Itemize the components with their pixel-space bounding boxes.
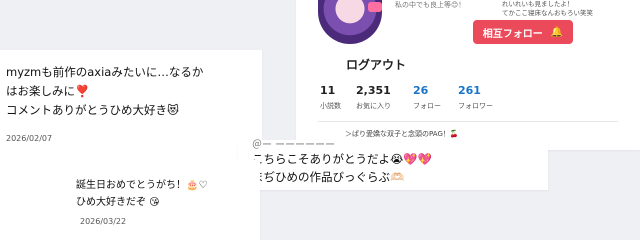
comment-1-line1: myzmも前作のaxiaみたいに…なるか bbox=[6, 65, 204, 79]
stat-favorites-count[interactable]: 2,351 bbox=[356, 84, 391, 97]
comment-2-line1: 誕生日おめでとうがち！🎂♡ bbox=[76, 180, 208, 191]
profile-username: ログアウト bbox=[346, 58, 407, 72]
profile-bio: ＞ぱり愛嬌な双子と念頭のPAG！🍒 bbox=[345, 130, 459, 138]
comment-1-body: myzmも前作のaxiaみたいに…なるか はお楽しみに❣️ コメントありがとうひ… bbox=[6, 63, 266, 120]
mutual-follow-button[interactable]: 相互フォロー 🔔 bbox=[473, 20, 573, 44]
reply-mention: ＠ー ーーーーーー bbox=[252, 140, 336, 151]
comment-1-date: 2026/02/07 bbox=[6, 134, 53, 143]
stat-following-count[interactable]: 26 bbox=[413, 84, 428, 97]
stat-followers-label: フォロワー bbox=[458, 102, 493, 110]
stat-novels-label: 小説数 bbox=[320, 102, 341, 110]
stat-novels-count[interactable]: 11 bbox=[320, 84, 335, 97]
profile-caption-right: れいれいも見ましたよ！ てかここ寝床なんおもろい笑笑 bbox=[502, 0, 622, 18]
avatar-bow-decoration bbox=[368, 2, 382, 12]
follow-button-label: 相互フォロー bbox=[482, 28, 543, 40]
stat-favorites-label: お気に入り bbox=[356, 102, 391, 110]
comment-2-body: 誕生日おめでとうがち！🎂♡ ひめ大好きだぞ 😘 bbox=[76, 177, 207, 211]
comment-2-date: 2026/03/22 bbox=[80, 217, 127, 226]
reply-line1: こちらこそありがとうだよ😭💖💖 bbox=[252, 152, 433, 166]
stat-following-label: フォロー bbox=[413, 102, 441, 110]
reply-body: こちらこそありがとうだよ😭💖💖 まぢひめの作品びっぐらぶ🫶🏻 bbox=[252, 150, 432, 186]
comment-2-line2: ひめ大好きだぞ 😘 bbox=[76, 197, 160, 208]
comment-1-line2: はお楽しみに❣️ bbox=[6, 84, 90, 98]
profile-divider bbox=[318, 121, 618, 122]
bell-icon[interactable]: 🔔 bbox=[551, 27, 563, 38]
caption-right-line1: れいれいも見ましたよ！ bbox=[502, 0, 574, 8]
profile-caption-small: 私の中でも良上等😊！ bbox=[395, 1, 466, 9]
caption-right-line2: てかここ寝床なんおもろい笑笑 bbox=[502, 9, 593, 17]
stat-followers-count[interactable]: 261 bbox=[458, 84, 481, 97]
comment-1-line3: コメントありがとうひめ大好き😻 bbox=[6, 103, 179, 117]
reply-line2: まぢひめの作品びっぐらぶ🫶🏻 bbox=[252, 170, 405, 184]
